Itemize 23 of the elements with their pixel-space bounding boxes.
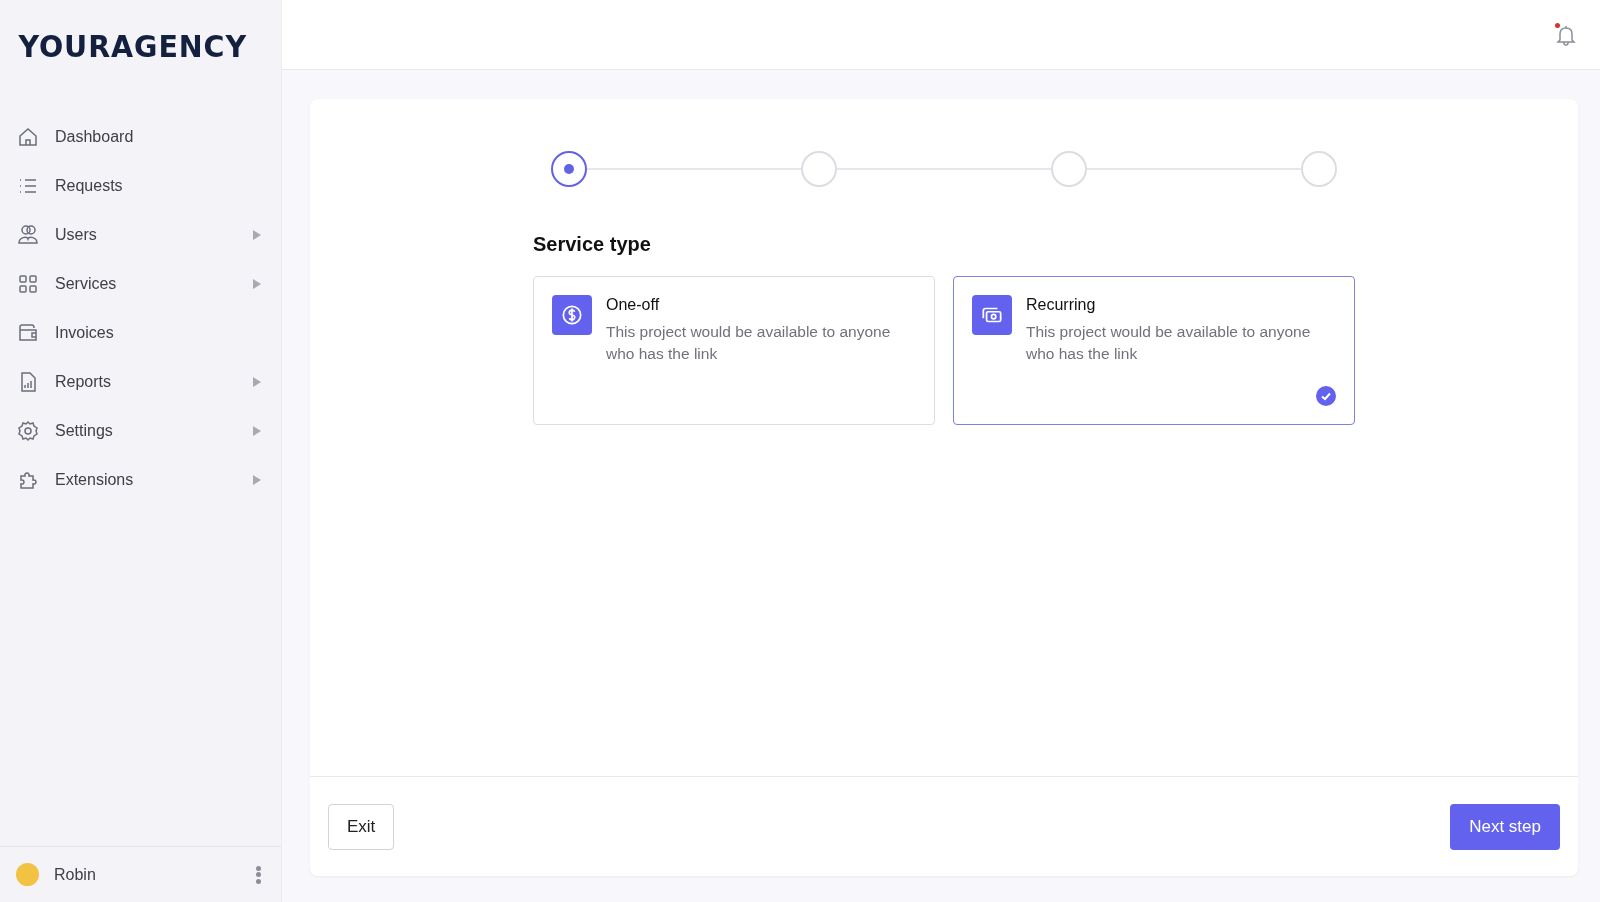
check-icon xyxy=(1316,386,1336,406)
sidebar-item[interactable]: Invoices xyxy=(0,308,281,357)
notification-bell-icon[interactable] xyxy=(1554,22,1578,47)
more-icon[interactable] xyxy=(256,865,261,884)
sidebar-item[interactable]: Reports xyxy=(0,357,281,406)
users-icon xyxy=(16,222,40,247)
sidebar-item[interactable]: Users xyxy=(0,210,281,259)
avatar xyxy=(16,863,39,886)
sidebar-item[interactable]: Services xyxy=(0,259,281,308)
exit-button[interactable]: Exit xyxy=(328,803,395,850)
gear-icon xyxy=(16,418,40,443)
dollar-icon xyxy=(552,295,592,335)
option-card[interactable]: One-off This project would be available to anyone who has the link xyxy=(533,276,935,425)
sidebar-item[interactable]: Extensions xyxy=(0,455,281,504)
sidebar-item[interactable]: Settings xyxy=(0,406,281,455)
next-step-button[interactable]: Next step xyxy=(1450,803,1560,850)
sidebar-item[interactable]: Requests xyxy=(0,161,281,210)
brand-logo: YOURAGENCY xyxy=(17,27,248,66)
option-card[interactable]: Recurring This project would be available to anyone who has the link xyxy=(953,276,1355,425)
sidebar-item[interactable]: Dashboard xyxy=(0,112,281,161)
user-name: Robin xyxy=(54,865,97,884)
section-title: Service type xyxy=(533,233,652,256)
banknote-icon xyxy=(972,295,1012,335)
